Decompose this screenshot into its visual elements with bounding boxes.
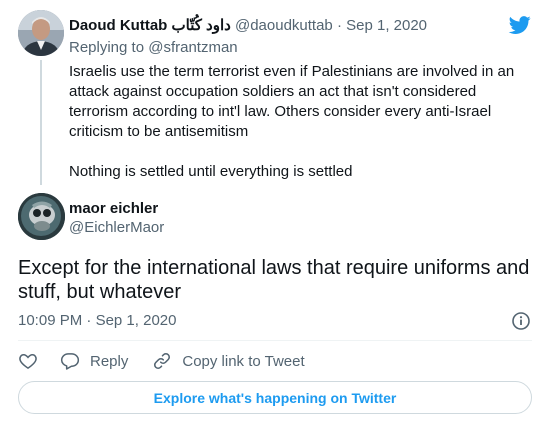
reply-button[interactable]: Reply	[60, 351, 128, 371]
reply-bubble-icon	[60, 353, 80, 370]
copy-link-label[interactable]: Copy link to Tweet	[182, 353, 304, 370]
replying-to-line: Replying to @sfrantzman	[69, 38, 238, 58]
heart-icon	[19, 353, 37, 369]
parent-author-name[interactable]: Daoud Kuttab داود كُتّاب	[69, 17, 231, 34]
info-icon[interactable]	[511, 311, 531, 331]
like-button[interactable]	[18, 351, 38, 371]
twitter-bird-icon[interactable]	[508, 14, 532, 36]
parent-tweet-paragraph: Nothing is settled until everything is s…	[69, 163, 353, 180]
parent-tweet-date[interactable]: Sep 1, 2020	[346, 17, 427, 34]
link-icon	[154, 353, 171, 369]
divider	[18, 340, 532, 341]
tweet-actions-bar: Reply Copy link to Tweet	[18, 350, 305, 372]
reply-label[interactable]: Reply	[90, 353, 128, 370]
copy-link-button[interactable]: Copy link to Tweet	[152, 351, 305, 371]
parent-tweet-paragraph: Israelis use the term terrorist even if …	[69, 63, 515, 140]
tweet-timestamp[interactable]: 10:09 PM · Sep 1, 2020	[18, 311, 176, 331]
parent-tweet-header: Daoud Kuttab داود كُتّاب @daoudkuttab · …	[69, 16, 427, 36]
explore-twitter-button[interactable]: Explore what's happening on Twitter	[18, 381, 532, 414]
embedded-tweet-card: Daoud Kuttab داود كُتّاب @daoudkuttab · …	[0, 0, 550, 430]
main-author-handle[interactable]: @EichlerMaor	[69, 219, 164, 237]
parent-tweet-text: Israelis use the term terrorist even if …	[69, 62, 529, 182]
tweet-date[interactable]: Sep 1, 2020	[96, 312, 177, 329]
separator-dot: ·	[336, 17, 342, 34]
separator-dot: ·	[86, 312, 92, 329]
parent-avatar[interactable]	[18, 10, 64, 56]
parent-author-handle[interactable]: @daoudkuttab	[235, 17, 333, 34]
replying-to-prefix: Replying to	[69, 39, 145, 56]
thread-connector-line	[40, 60, 42, 185]
main-tweet-text: Except for the international laws that r…	[18, 257, 530, 303]
replying-to-mention[interactable]: @sfrantzman	[148, 39, 237, 56]
main-author-avatar[interactable]	[18, 193, 65, 240]
tweet-time[interactable]: 10:09 PM	[18, 312, 82, 329]
main-author-name[interactable]: maor eichler	[69, 200, 158, 218]
